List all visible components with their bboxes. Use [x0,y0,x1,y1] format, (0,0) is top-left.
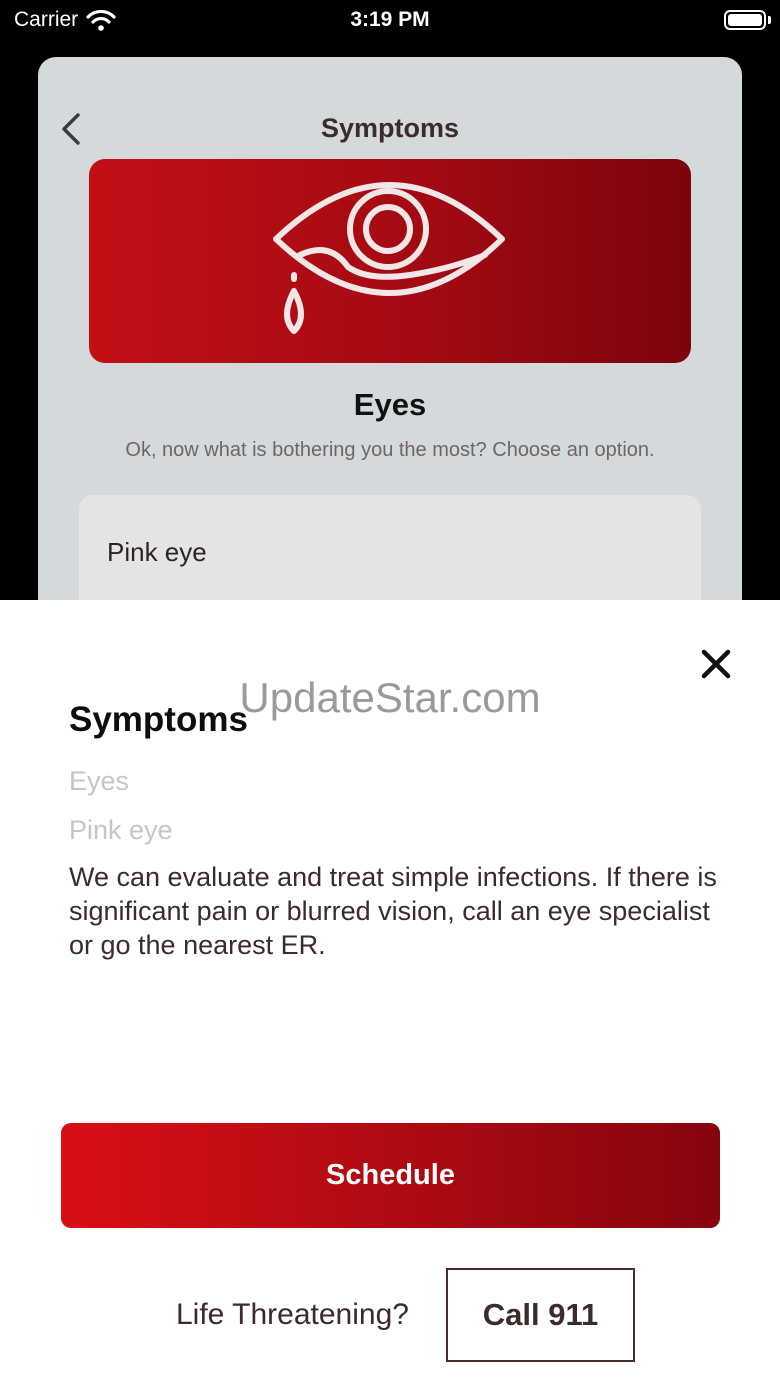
battery-tip [768,16,771,24]
status-time: 3:19 PM [350,8,430,31]
symptom-detail-sheet: Symptoms UpdateStar.com Eyes Pink eye We… [0,600,780,1387]
crying-eye-icon [273,182,505,334]
hero-banner [89,159,691,363]
symptoms-screen: Symptoms Eyes Ok, now what is bothering … [38,57,742,617]
life-threatening-label: Life Threatening? [176,1298,409,1331]
watermark: UpdateStar.com [239,674,541,721]
nav-title: Symptoms [320,113,460,143]
call-911-button[interactable]: Call 911 [446,1268,635,1362]
option-label: Pink eye [107,537,207,567]
symptom-description: We can evaluate and treat simple infecti… [69,862,717,960]
category-heading: Eyes [353,387,427,422]
breadcrumb-category: Eyes [69,766,130,796]
breadcrumb-symptom: Pink eye [69,815,173,845]
option-pink-eye[interactable]: Pink eye [79,495,701,615]
battery-icon [724,10,766,30]
schedule-button[interactable]: Schedule [61,1123,720,1228]
category-subtitle: Ok, now what is bothering you the most? … [125,439,655,461]
status-bar: Carrier 3:19 PM [0,0,780,40]
